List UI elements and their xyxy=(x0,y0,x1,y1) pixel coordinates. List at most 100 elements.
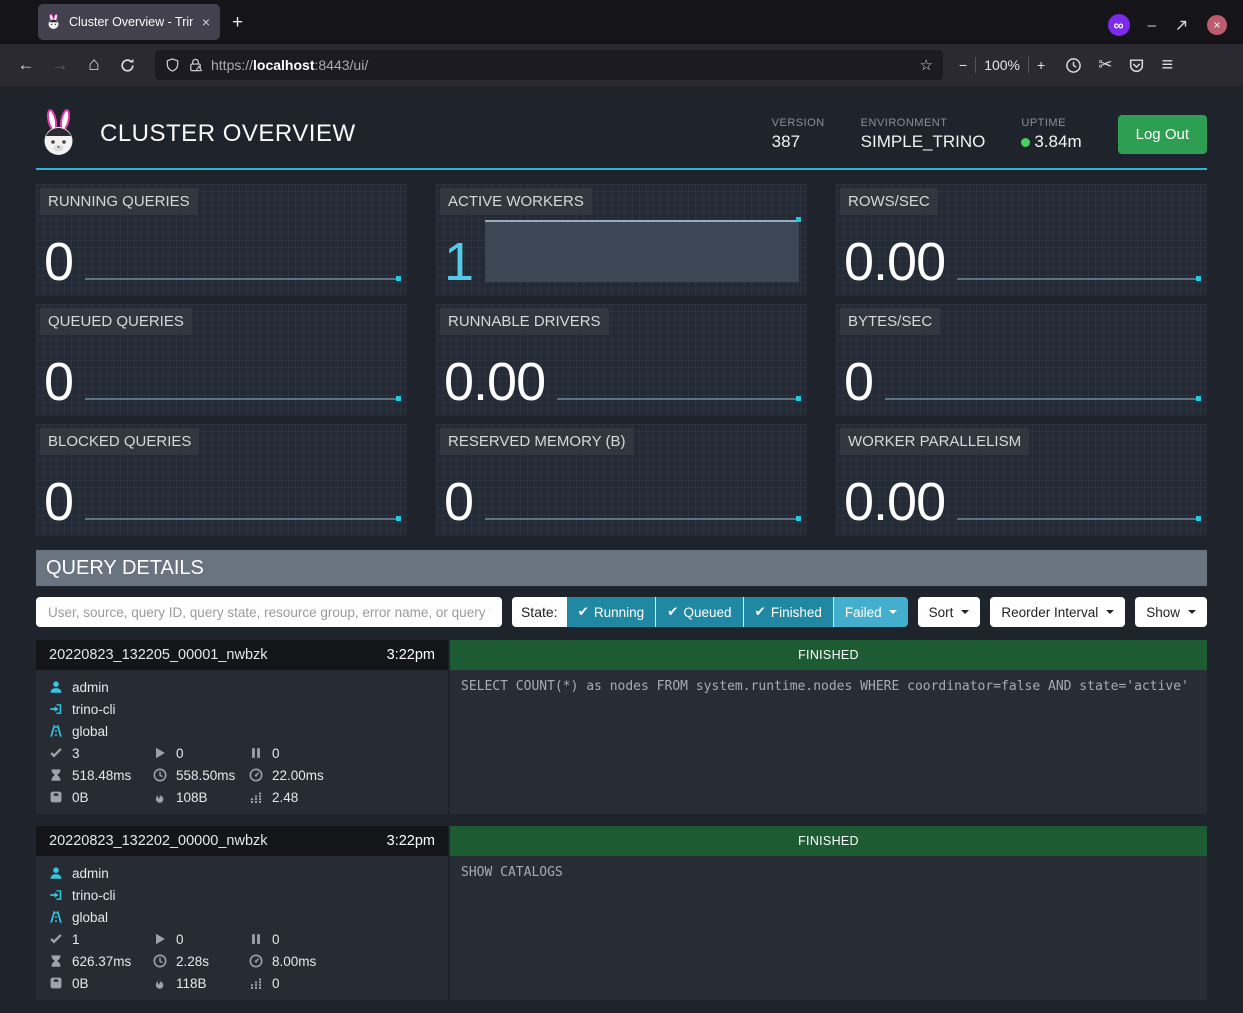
state-queued-button[interactable]: ✔ Queued xyxy=(655,597,742,627)
query-details-header: QUERY DETAILS xyxy=(36,550,1207,586)
running-splits-play-icon xyxy=(153,746,167,760)
url-bar[interactable]: https://localhost:8443/ui/ ☆ xyxy=(155,50,943,80)
chevron-down-icon xyxy=(1106,610,1114,614)
browser-tab[interactable]: Cluster Overview - Trino × xyxy=(38,4,220,40)
bookmark-star-icon[interactable]: ☆ xyxy=(920,56,933,74)
query-id-link[interactable]: 20220823_132205_00001_nwbzk xyxy=(49,647,268,663)
sparkline-dot xyxy=(396,516,401,521)
lock-warning-icon[interactable] xyxy=(188,57,203,73)
zoom-out-button[interactable]: − xyxy=(959,57,967,73)
window-maximize-button[interactable] xyxy=(1174,18,1189,33)
stat-tile-bytes-sec: BYTES/SEC 0 xyxy=(836,304,1207,416)
uptime-label: UPTIME xyxy=(1021,117,1081,129)
trino-cluster-overview-page: CLUSTER OVERVIEW VERSION 387 ENVIRONMENT… xyxy=(0,100,1243,1013)
check-icon: ✔ xyxy=(755,604,766,620)
query-id-link[interactable]: 20220823_132202_00000_nwbzk xyxy=(49,833,268,849)
logout-button[interactable]: Log Out xyxy=(1118,115,1207,154)
divider xyxy=(1028,57,1029,73)
sparkline xyxy=(557,304,801,408)
trino-logo-icon xyxy=(36,108,82,160)
sparkline-dot xyxy=(796,396,801,401)
query-resource-group: global xyxy=(72,724,108,739)
splits-queued: 0 xyxy=(272,746,280,761)
state-failed-dropdown[interactable]: Failed xyxy=(833,597,908,627)
cpu-time-gauge-icon xyxy=(249,954,263,968)
uptime-status-dot xyxy=(1021,138,1030,147)
query-row: 20220823_132202_00000_nwbzk 3:22pm admin… xyxy=(36,826,1207,1000)
query-search-input[interactable] xyxy=(36,597,502,627)
uptime-stat: UPTIME 3.84m xyxy=(1021,117,1081,152)
query-text[interactable]: SELECT COUNT(*) as nodes FROM system.run… xyxy=(450,670,1207,814)
stat-tile-queued-queries: QUEUED QUERIES 0 xyxy=(36,304,407,416)
history-clock-icon[interactable] xyxy=(1065,57,1082,74)
new-tab-button[interactable]: + xyxy=(232,12,243,34)
cumulative-memory: 118B xyxy=(176,976,207,991)
environment-label: ENVIRONMENT xyxy=(861,117,986,129)
completed-splits-check-icon xyxy=(49,932,63,946)
running-splits-play-icon xyxy=(153,932,167,946)
query-status-badge: FINISHED xyxy=(450,826,1207,856)
back-icon[interactable]: ← xyxy=(12,55,40,75)
url-text[interactable]: https://localhost:8443/ui/ xyxy=(211,57,912,73)
sparkline xyxy=(957,424,1201,528)
memory: 0B xyxy=(72,976,89,991)
parallelism-equalizer-icon xyxy=(249,790,263,804)
reorder-interval-dropdown[interactable]: Reorder Interval xyxy=(990,597,1125,627)
divider xyxy=(975,57,976,73)
chevron-down-icon xyxy=(961,610,969,614)
queued-time: 518.48ms xyxy=(72,768,131,783)
sparkline-dot xyxy=(796,516,801,521)
resource-group-road-icon xyxy=(49,724,63,738)
browser-toolbar: ← → ⌂ https://localhost:8443/ui/ ☆ − 100… xyxy=(0,44,1243,86)
window-minimize-button[interactable]: – xyxy=(1148,17,1156,34)
page-title: CLUSTER OVERVIEW xyxy=(100,120,356,148)
query-info-panel: 20220823_132205_00001_nwbzk 3:22pm admin… xyxy=(36,640,448,814)
source-login-icon xyxy=(49,702,63,716)
memory-scale-icon xyxy=(49,790,63,804)
screenshot-scissors-icon[interactable]: ✂ xyxy=(1098,55,1112,75)
stat-value: 0.00 xyxy=(844,477,945,528)
stat-value: 0.00 xyxy=(844,237,945,288)
sparkline-dot xyxy=(796,217,801,222)
query-time: 3:22pm xyxy=(387,833,435,849)
stat-value: 0 xyxy=(44,357,73,408)
shield-icon[interactable] xyxy=(165,57,180,73)
elapsed-time: 558.50ms xyxy=(176,768,235,783)
show-dropdown[interactable]: Show xyxy=(1135,597,1207,627)
zoom-level[interactable]: 100% xyxy=(984,57,1020,73)
window-close-button[interactable]: × xyxy=(1207,15,1227,35)
queued-splits-pause-icon xyxy=(249,746,263,760)
stat-tile-running-queries: RUNNING QUERIES 0 xyxy=(36,184,407,296)
sparkline xyxy=(85,184,401,288)
state-running-button[interactable]: ✔ Running xyxy=(567,597,656,627)
pocket-icon[interactable] xyxy=(1128,57,1145,74)
stat-tile-blocked-queries: BLOCKED QUERIES 0 xyxy=(36,424,407,536)
splits-running: 0 xyxy=(176,932,184,947)
forward-icon[interactable]: → xyxy=(46,55,74,75)
queued-splits-pause-icon xyxy=(249,932,263,946)
query-user: admin xyxy=(72,866,109,881)
menu-icon[interactable]: ≡ xyxy=(1161,54,1173,77)
stat-value: 0 xyxy=(44,237,73,288)
sparkline xyxy=(957,184,1201,288)
state-finished-button[interactable]: ✔ Finished xyxy=(743,597,833,627)
sparkline xyxy=(85,424,401,528)
parallelism: 2.48 xyxy=(272,790,298,805)
home-icon[interactable]: ⌂ xyxy=(80,54,108,76)
tab-title: Cluster Overview - Trino xyxy=(69,15,193,29)
check-icon: ✔ xyxy=(667,604,678,620)
query-info-panel: 20220823_132202_00000_nwbzk 3:22pm admin… xyxy=(36,826,448,1000)
zoom-in-button[interactable]: + xyxy=(1037,57,1045,73)
tab-close-icon[interactable]: × xyxy=(200,15,212,29)
stat-tile-worker-parallelism: WORKER PARALLELISM 0.00 xyxy=(836,424,1207,536)
chevron-down-icon xyxy=(889,610,897,614)
reload-icon[interactable] xyxy=(119,57,136,74)
user-icon xyxy=(49,680,63,694)
query-source: trino-cli xyxy=(72,702,116,717)
splits-done: 1 xyxy=(72,932,80,947)
sort-dropdown[interactable]: Sort xyxy=(918,597,981,627)
chevron-down-icon xyxy=(1188,610,1196,614)
query-text[interactable]: SHOW CATALOGS xyxy=(450,856,1207,1000)
query-summary-panel: FINISHED SHOW CATALOGS xyxy=(450,826,1207,1000)
trino-favicon-icon xyxy=(46,14,62,30)
